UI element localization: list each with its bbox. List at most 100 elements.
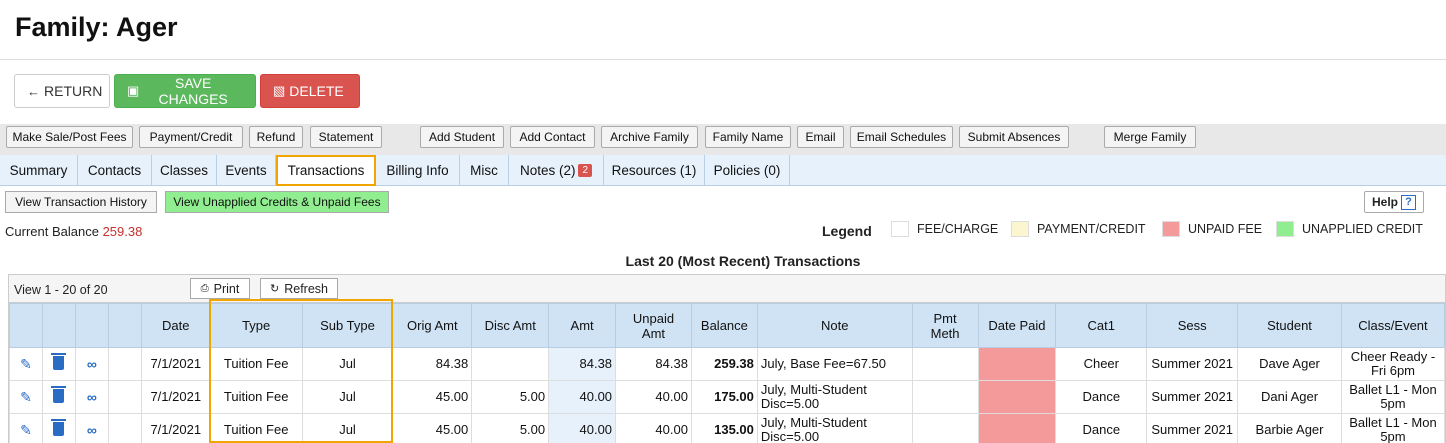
tab-notes[interactable]: Notes (2) 2: [509, 155, 604, 186]
col-pmt-meth[interactable]: Pmt Meth: [911, 303, 979, 348]
link-icon[interactable]: ∞: [74, 380, 109, 414]
cell-unpaid-amt: 40.00: [615, 380, 692, 414]
link-icon[interactable]: ∞: [74, 413, 109, 443]
edit-icon[interactable]: ✎: [9, 347, 43, 381]
blank-cell: [107, 347, 142, 381]
printer-icon: ⎙: [200, 283, 209, 294]
refund-button[interactable]: Refund: [249, 126, 303, 148]
cell-student: Dave Ager: [1237, 347, 1342, 381]
tab-classes[interactable]: Classes: [152, 155, 217, 186]
tab-summary[interactable]: Summary: [0, 155, 78, 186]
blank-cell: [107, 413, 142, 443]
view-transaction-history-button[interactable]: View Transaction History: [5, 191, 157, 213]
trash-icon[interactable]: [41, 413, 76, 443]
print-button[interactable]: ⎙ Print: [190, 278, 250, 299]
help-icon: ?: [1401, 194, 1416, 210]
col-sess[interactable]: Sess: [1146, 303, 1239, 348]
cell-unpaid-amt: 84.38: [615, 347, 692, 381]
tab-misc[interactable]: Misc: [460, 155, 509, 186]
tab-policies[interactable]: Policies (0): [705, 155, 790, 186]
cell-class-event: Ballet L1 - Mon 5pm: [1340, 380, 1446, 414]
cell-date-paid: [977, 347, 1057, 381]
legend-fee-label: FEE/CHARGE: [917, 222, 999, 236]
tab-events[interactable]: Events: [217, 155, 276, 186]
col-amt[interactable]: Amt: [548, 303, 617, 348]
legend-unapplied-swatch: [1276, 221, 1294, 237]
trash-icon[interactable]: [41, 347, 76, 381]
col-link: [74, 303, 109, 348]
cell-orig-amt: 45.00: [392, 413, 473, 443]
col-note[interactable]: Note: [756, 303, 913, 348]
cell-type: Tuition Fee: [209, 380, 303, 414]
cell-date: 7/1/2021: [140, 347, 211, 381]
legend-payment-swatch: [1011, 221, 1029, 237]
tab-billing-info[interactable]: Billing Info: [376, 155, 460, 186]
current-balance: Current Balance 259.38: [5, 224, 142, 239]
add-student-button[interactable]: Add Student: [420, 126, 504, 148]
cell-cat1: Cheer: [1055, 347, 1148, 381]
merge-family-button[interactable]: Merge Family: [1104, 126, 1196, 148]
edit-icon[interactable]: ✎: [9, 413, 43, 443]
cell-disc-amt: [471, 347, 550, 381]
col-date[interactable]: Date: [140, 303, 211, 348]
link-icon[interactable]: ∞: [74, 347, 109, 381]
tab-notes-label: Notes (2): [519, 163, 576, 178]
archive-family-button[interactable]: Archive Family: [601, 126, 698, 148]
arrow-left-icon: ←: [27, 83, 40, 99]
tab-contacts[interactable]: Contacts: [78, 155, 152, 186]
col-class-event[interactable]: Class/Event: [1340, 303, 1446, 348]
cell-orig-amt: 84.38: [392, 347, 473, 381]
cell-note: July, Multi-Student Disc=5.00: [756, 380, 913, 414]
col-disc-amt[interactable]: Disc Amt: [471, 303, 550, 348]
table-row[interactable]: ✎ ∞ 7/1/2021 Tuition Fee Jul 45.00 5.00 …: [9, 413, 1446, 443]
submit-absences-button[interactable]: Submit Absences: [959, 126, 1069, 148]
cell-balance: 135.00: [690, 413, 758, 443]
table-row[interactable]: ✎ ∞ 7/1/2021 Tuition Fee Jul 84.38 84.38…: [9, 347, 1446, 381]
tab-resources[interactable]: Resources (1): [604, 155, 705, 186]
cell-disc-amt: 5.00: [471, 413, 550, 443]
cell-pmt-meth: [911, 347, 979, 381]
refresh-button[interactable]: ↻ Refresh: [260, 278, 338, 299]
cell-balance: 259.38: [690, 347, 758, 381]
col-balance[interactable]: Balance: [690, 303, 758, 348]
return-button[interactable]: ← RETURN: [14, 74, 110, 108]
tab-transactions[interactable]: Transactions: [276, 155, 376, 186]
table-row[interactable]: ✎ ∞ 7/1/2021 Tuition Fee Jul 45.00 5.00 …: [9, 380, 1446, 414]
trash-icon[interactable]: [41, 380, 76, 414]
cell-note: July, Multi-Student Disc=5.00: [756, 413, 913, 443]
col-orig-amt[interactable]: Orig Amt: [392, 303, 473, 348]
col-cat1[interactable]: Cat1: [1055, 303, 1148, 348]
payment-credit-button[interactable]: Payment/Credit: [139, 126, 243, 148]
col-student[interactable]: Student: [1237, 303, 1342, 348]
col-date-paid[interactable]: Date Paid: [977, 303, 1057, 348]
col-edit: [9, 303, 43, 348]
cell-class-event: Cheer Ready - Fri 6pm: [1340, 347, 1446, 381]
col-subtype[interactable]: Sub Type: [301, 303, 394, 348]
save-icon: ▣: [127, 83, 140, 98]
notes-count-badge: 2: [578, 164, 593, 177]
delete-button[interactable]: ▧ DELETE: [260, 74, 360, 108]
add-contact-button[interactable]: Add Contact: [510, 126, 595, 148]
email-button[interactable]: Email: [797, 126, 844, 148]
email-schedules-button[interactable]: Email Schedules: [850, 126, 953, 148]
cell-date: 7/1/2021: [140, 380, 211, 414]
save-changes-button[interactable]: ▣ SAVE CHANGES: [114, 74, 256, 108]
edit-icon[interactable]: ✎: [9, 380, 43, 414]
col-unpaid-amt[interactable]: Unpaid Amt: [615, 303, 692, 348]
cell-type: Tuition Fee: [209, 413, 303, 443]
view-unapplied-button[interactable]: View Unapplied Credits & Unpaid Fees: [165, 191, 389, 213]
grid-view-bar: View 1 - 20 of 20 ⎙ Print ↻ Refresh: [9, 275, 1445, 303]
family-name-button[interactable]: Family Name: [705, 126, 791, 148]
transactions-table: Date Type Sub Type Orig Amt Disc Amt Amt…: [9, 303, 1446, 443]
help-button[interactable]: Help ?: [1364, 191, 1424, 213]
cell-student: Dani Ager: [1237, 380, 1342, 414]
cell-date-paid: [977, 413, 1057, 443]
cell-date: 7/1/2021: [140, 413, 211, 443]
statement-button[interactable]: Statement: [310, 126, 382, 148]
col-type[interactable]: Type: [209, 303, 303, 348]
cell-class-event: Ballet L1 - Mon 5pm: [1340, 413, 1446, 443]
cell-cat1: Dance: [1055, 413, 1148, 443]
make-sale-button[interactable]: Make Sale/Post Fees: [6, 126, 133, 148]
cell-disc-amt: 5.00: [471, 380, 550, 414]
legend-unapplied-label: UNAPPLIED CREDIT: [1302, 222, 1423, 236]
